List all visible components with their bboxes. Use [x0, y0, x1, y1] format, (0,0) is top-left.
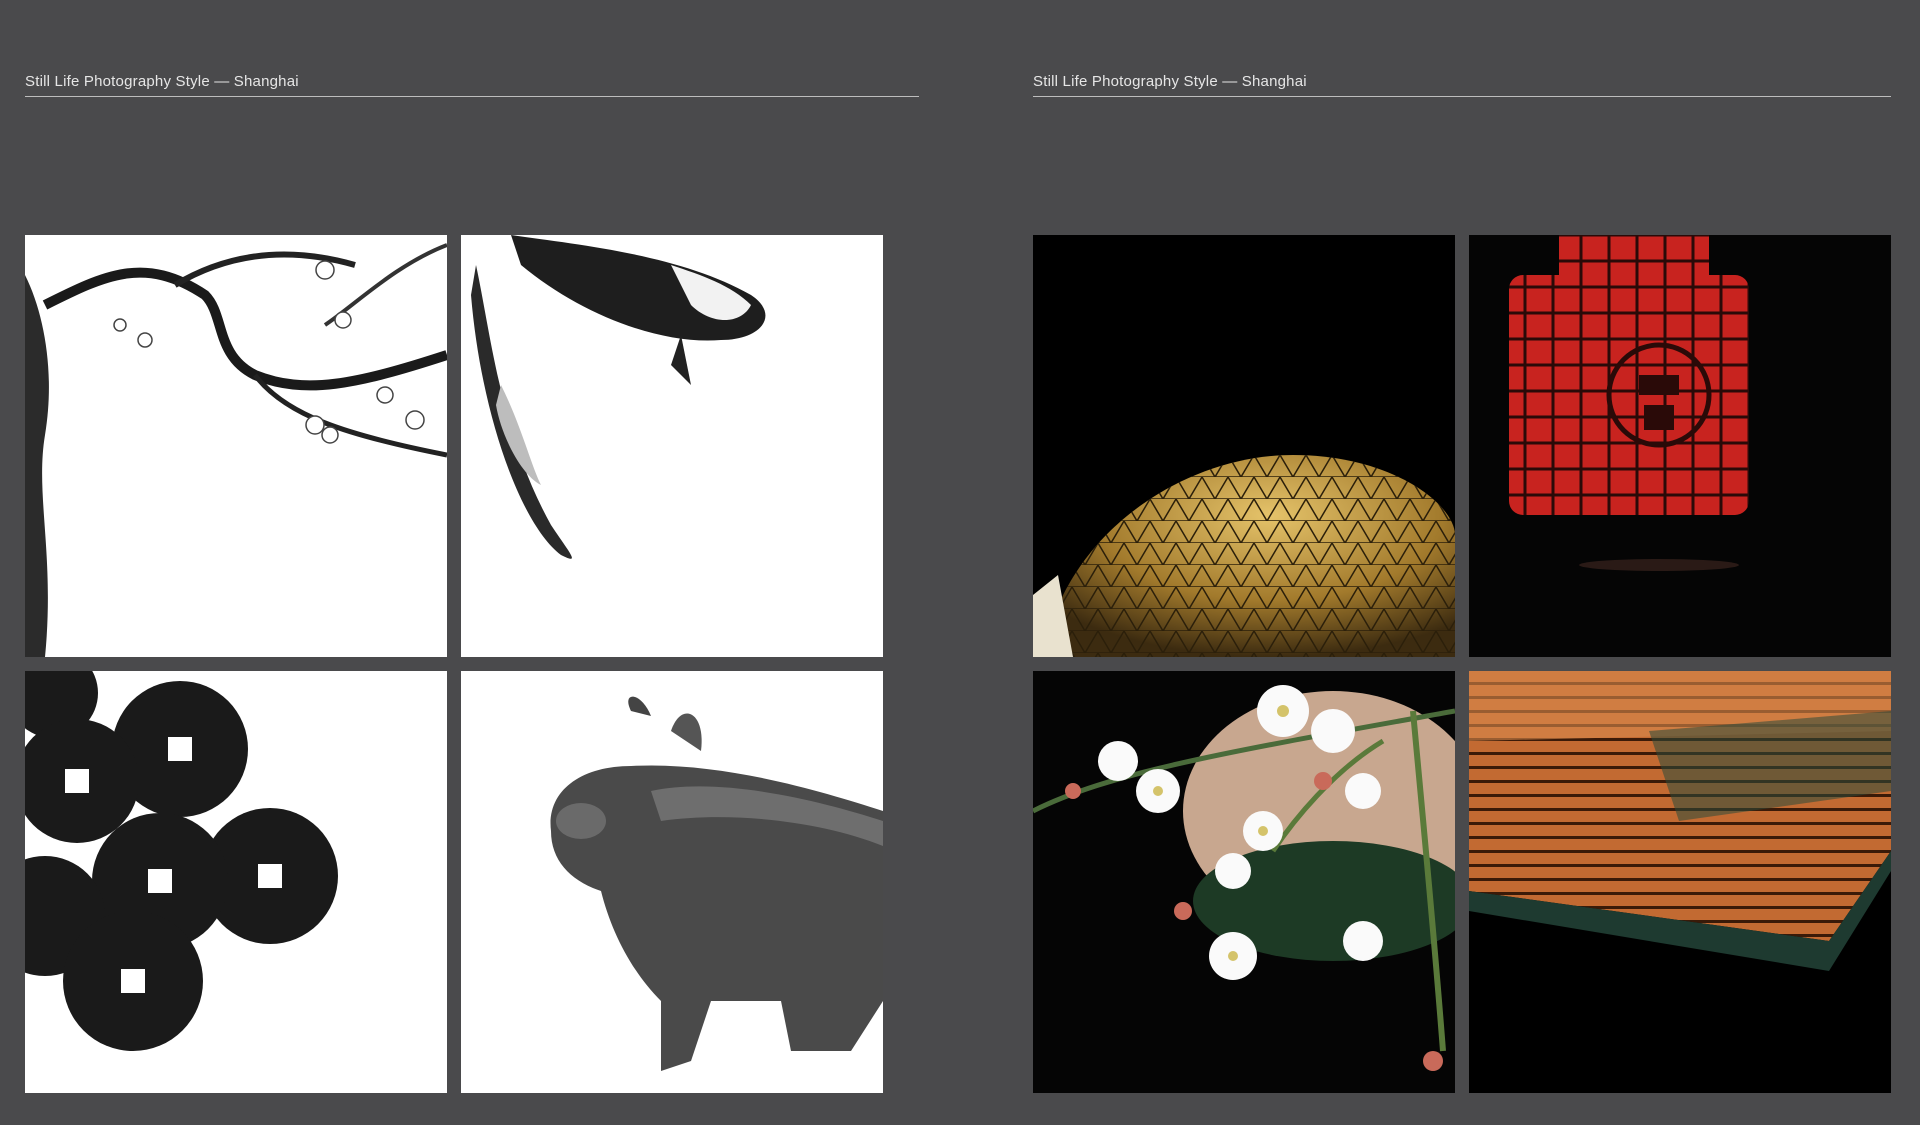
- page-header: Still Life Photography Style — Shanghai: [25, 73, 919, 97]
- bronze-ox-photo: [461, 671, 883, 1093]
- bamboo-book-photo: [1469, 671, 1891, 1093]
- coins-photo: [25, 671, 447, 1093]
- page-header: Still Life Photography Style — Shanghai: [1033, 73, 1891, 97]
- koi-fish-photo: [461, 235, 883, 657]
- red-lantern-photo: [1469, 235, 1891, 657]
- plum-blossom-photo: [25, 235, 447, 657]
- plum-blossom-bowl-photo: [1033, 671, 1455, 1093]
- geodesic-dome-photo: [1033, 235, 1455, 657]
